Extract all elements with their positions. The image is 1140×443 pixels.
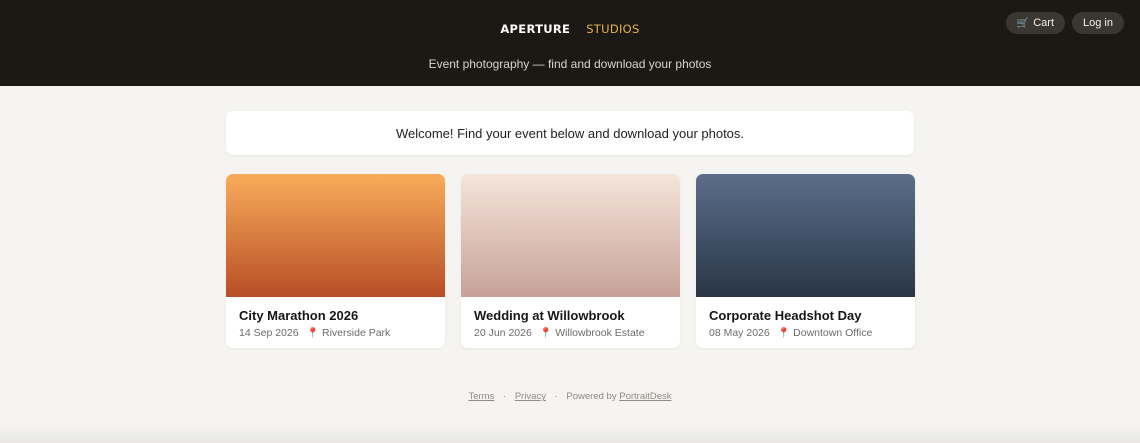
footer-separator: · [503,391,507,402]
brand-subtitle: STUDIOS [586,22,640,36]
location-pin-icon: 📍 [539,327,553,339]
login-button[interactable]: Log in [1072,12,1124,34]
brand-logo[interactable]: APERTURE STUDIOS [0,22,1140,36]
event-date: 08 May 2026 [709,327,770,339]
event-card[interactable]: Wedding at Willowbrook 20 Jun 2026 📍 Wil… [461,174,680,348]
header-actions: 🛒 Cart Log in [1005,12,1124,34]
event-card-body: Corporate Headshot Day 08 May 2026 📍 Dow… [696,297,915,339]
event-cover-image [696,174,915,297]
event-title: Corporate Headshot Day [709,308,862,323]
event-location: Willowbrook Estate [555,327,645,339]
event-list: City Marathon 2026 14 Sep 2026 📍 Riversi… [226,174,915,348]
footer-separator: · [554,391,558,402]
brand-name: APERTURE [500,22,571,36]
tagline: Event photography — find and download yo… [428,57,712,71]
event-meta: 14 Sep 2026 📍 Riverside Park [239,327,432,339]
cart-button[interactable]: 🛒 Cart [1005,12,1066,34]
event-cover-image [226,174,445,297]
event-card[interactable]: Corporate Headshot Day 08 May 2026 📍 Dow… [696,174,915,348]
powered-by-text: Powered by [566,391,617,402]
event-meta: 08 May 2026 📍 Downtown Office [709,327,902,339]
event-card-body: City Marathon 2026 14 Sep 2026 📍 Riversi… [226,297,445,339]
location-pin-icon: 📍 [306,327,320,339]
event-meta: 20 Jun 2026 📍 Willowbrook Estate [474,327,667,339]
bottom-shadow [0,425,1140,443]
event-date: 14 Sep 2026 [239,327,299,339]
event-date: 20 Jun 2026 [474,327,532,339]
cart-icon: 🛒 [1016,17,1030,29]
terms-link[interactable]: Terms [468,391,494,402]
event-location: Riverside Park [322,327,391,339]
event-title: Wedding at Willowbrook [474,308,625,323]
portraitdesk-link[interactable]: PortraitDesk [619,391,671,402]
location-pin-icon: 📍 [777,327,791,339]
privacy-link[interactable]: Privacy [515,391,546,402]
welcome-banner: Welcome! Find your event below and downl… [226,111,914,155]
event-title: City Marathon 2026 [239,308,359,323]
site-footer: Terms · Privacy · Powered by PortraitDes… [0,391,1140,402]
site-header: APERTURE STUDIOS Event photography — find… [0,0,1140,86]
event-card[interactable]: City Marathon 2026 14 Sep 2026 📍 Riversi… [226,174,445,348]
cart-label: Cart [1033,17,1055,29]
event-cover-image [461,174,680,297]
event-location: Downtown Office [793,327,873,339]
event-card-body: Wedding at Willowbrook 20 Jun 2026 📍 Wil… [461,297,680,339]
